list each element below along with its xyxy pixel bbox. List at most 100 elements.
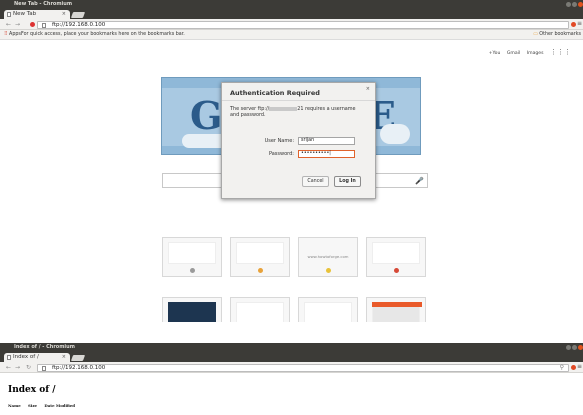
microphone-icon[interactable]: 🎤 <box>415 177 424 185</box>
minimize-window-icon[interactable] <box>566 345 571 350</box>
minimize-window-icon[interactable] <box>566 2 571 7</box>
link-plus-you[interactable]: +You <box>489 51 501 56</box>
most-visited-tile[interactable] <box>366 237 426 277</box>
tab-strip: New Tab × <box>0 9 583 19</box>
close-window-icon[interactable] <box>578 2 583 7</box>
page-info-icon[interactable] <box>42 22 46 28</box>
tile-favicon-icon <box>326 268 331 273</box>
bookmarks-bar: ⠿ Apps For quick access, place your book… <box>0 30 583 40</box>
back-arrow-icon[interactable]: ← <box>6 364 11 371</box>
page-heading: Index of / <box>8 385 56 395</box>
address-text: ftp://192.168.0.100 <box>52 364 106 371</box>
folder-icon: ▭ <box>533 32 538 37</box>
column-name[interactable]: Name <box>8 403 21 408</box>
most-visited-tile[interactable] <box>298 297 358 322</box>
other-bookmarks-button[interactable]: ▭ Other bookmarks <box>533 32 581 37</box>
username-value: srijan <box>301 138 315 143</box>
listing-columns: Name Size Date Modified <box>8 403 81 408</box>
page-info-icon[interactable] <box>42 365 46 371</box>
forward-arrow-icon[interactable]: → <box>15 21 20 28</box>
apps-grid-icon: ⠿ <box>4 32 8 37</box>
tab-strip: Index of / × <box>0 352 583 362</box>
login-button[interactable]: Log In <box>334 176 361 187</box>
dialog-message: The server ftp://21 requires a username … <box>230 106 360 118</box>
password-label: Password: <box>268 151 294 157</box>
page-favicon-icon <box>7 12 11 17</box>
browser-window-new-tab: New Tab - Chromium New Tab × ← → ftp://1… <box>0 0 583 322</box>
dialog-close-icon[interactable]: × <box>366 86 370 92</box>
tile-favicon-icon <box>394 268 399 273</box>
close-tab-icon[interactable]: × <box>62 354 66 360</box>
most-visited-tile[interactable]: www.howtoforge.com <box>298 237 358 277</box>
forward-arrow-icon[interactable]: → <box>15 364 20 371</box>
most-visited-tile[interactable] <box>366 297 426 322</box>
tab-title: Index of / <box>13 354 39 360</box>
browser-menu-icon[interactable]: ≡ <box>577 363 582 370</box>
google-top-links: +You Gmail Images ⋮⋮⋮ <box>484 48 571 56</box>
extension-icon[interactable] <box>571 365 576 370</box>
tile-thumbnail <box>372 242 420 264</box>
address-bar[interactable]: ftp://192.168.0.100 <box>37 363 569 372</box>
page-favicon-icon <box>7 355 11 360</box>
link-images[interactable]: Images <box>527 51 544 56</box>
window-title: New Tab - Chromium <box>14 1 73 7</box>
most-visited-tile[interactable] <box>162 297 222 322</box>
password-value: ••••••••••| <box>301 151 331 156</box>
browser-window-index: Index of / - Chromium Index of / × ← → ↻… <box>0 343 583 415</box>
directory-listing-page: Index of / Name Size Date Modified <box>0 383 583 415</box>
tile-thumbnail <box>168 242 216 264</box>
other-bookmarks-label: Other bookmarks <box>539 32 581 37</box>
tile-caption: www.howtoforge.com <box>307 254 349 259</box>
column-size[interactable]: Size <box>28 403 37 408</box>
link-gmail[interactable]: Gmail <box>507 51 520 56</box>
address-text: ftp://192.168.0.100 <box>52 21 106 28</box>
browser-toolbar: ← → ↻ ftp://192.168.0.100 ⚲ ≡ <box>0 362 583 373</box>
tab-new-tab[interactable]: New Tab × <box>4 10 70 19</box>
apps-label: Apps <box>9 32 21 37</box>
authentication-dialog: Authentication Required × The server ftp… <box>221 82 376 199</box>
tab-title: New Tab <box>13 11 37 17</box>
address-bar[interactable]: ftp://192.168.0.100 <box>37 20 569 29</box>
new-tab-button[interactable] <box>70 12 86 18</box>
password-field[interactable]: ••••••••••| <box>298 150 355 158</box>
most-visited-tile[interactable] <box>230 297 290 322</box>
window-titlebar: New Tab - Chromium <box>0 0 583 9</box>
tile-favicon-icon <box>190 268 195 273</box>
new-tab-button[interactable] <box>70 355 86 361</box>
bookmarks-hint: For quick access, place your bookmarks h… <box>21 32 185 37</box>
back-arrow-icon[interactable]: ← <box>6 21 11 28</box>
tile-accent-strip <box>372 302 422 307</box>
cancel-button[interactable]: Cancel <box>302 176 329 187</box>
username-label: User Name: <box>264 138 294 144</box>
tile-thumbnail <box>304 302 352 322</box>
location-icon[interactable]: ⚲ <box>560 364 564 371</box>
tile-thumbnail <box>168 302 216 322</box>
close-window-icon[interactable] <box>578 345 583 350</box>
close-tab-icon[interactable]: × <box>62 11 66 17</box>
browser-menu-icon[interactable]: ≡ <box>577 20 582 27</box>
tab-index-of[interactable]: Index of / × <box>4 353 70 362</box>
apps-shortcut[interactable]: ⠿ Apps <box>4 32 21 37</box>
window-title: Index of / - Chromium <box>14 344 75 350</box>
window-titlebar: Index of / - Chromium <box>0 343 583 352</box>
most-visited-tile[interactable] <box>162 237 222 277</box>
most-visited-tile[interactable] <box>230 237 290 277</box>
google-apps-grid-icon[interactable]: ⋮⋮⋮ <box>550 48 571 56</box>
new-tab-page: +You Gmail Images ⋮⋮⋮ G E 🎤 www.howtofor… <box>0 40 583 322</box>
stop-loading-icon[interactable] <box>30 22 35 27</box>
reload-icon[interactable]: ↻ <box>26 364 31 371</box>
username-field[interactable]: srijan <box>298 137 355 145</box>
dialog-divider <box>222 100 375 101</box>
dialog-title: Authentication Required <box>230 89 320 97</box>
column-date-modified[interactable]: Date Modified <box>44 403 75 408</box>
extension-icon[interactable] <box>571 22 576 27</box>
doodle-wave <box>380 124 410 144</box>
tile-thumbnail <box>236 302 284 322</box>
browser-toolbar: ← → ftp://192.168.0.100 ≡ <box>0 19 583 30</box>
tile-favicon-icon <box>258 268 263 273</box>
redacted-host <box>269 106 298 111</box>
maximize-window-icon[interactable] <box>572 345 577 350</box>
maximize-window-icon[interactable] <box>572 2 577 7</box>
doodle-letter-g: G <box>190 93 223 138</box>
tile-thumbnail <box>236 242 284 264</box>
